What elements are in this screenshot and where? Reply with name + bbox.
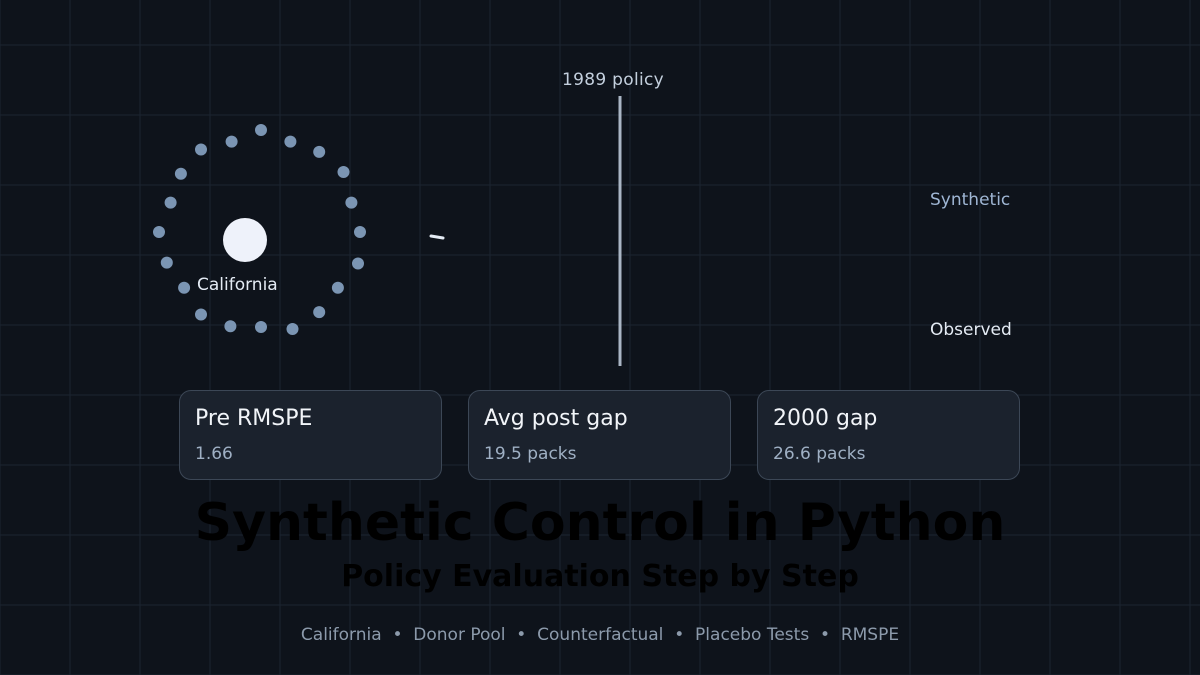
donor-unit-node (178, 281, 191, 294)
stat-card-value: 26.6 packs (773, 444, 866, 464)
donor-unit-node (164, 196, 177, 209)
donor-unit-node (195, 143, 207, 156)
stat-card-value: 19.5 packs (484, 444, 577, 464)
stat-card-2000-gap: 2000 gap 26.6 packs (757, 390, 1020, 480)
stat-card-avg-post-gap: Avg post gap 19.5 packs (468, 390, 731, 480)
donor-unit-node (174, 167, 187, 180)
donor-unit-node (195, 308, 207, 321)
stat-card-value: 1.66 (195, 444, 233, 464)
donor-unit-node (352, 257, 364, 270)
donor-unit-node (331, 281, 344, 294)
donor-unit-node (354, 226, 366, 238)
page-subtitle: Policy Evaluation Step by Step (341, 559, 859, 594)
synthetic-series-label: Synthetic (930, 190, 1011, 210)
donor-unit-node (224, 320, 237, 333)
donor-unit-node (286, 323, 299, 335)
observed-series-label: Observed (930, 320, 1012, 340)
stat-card-title: 2000 gap (773, 406, 878, 431)
donor-unit-node (160, 256, 173, 269)
treated-unit-label: California (197, 275, 278, 295)
donor-unit-node (337, 166, 350, 178)
stat-card-title: Avg post gap (484, 406, 628, 431)
donor-unit-node (284, 135, 297, 148)
donor-unit-node (255, 321, 267, 333)
donor-unit-node (153, 226, 165, 238)
donor-unit-node (313, 306, 326, 319)
stray-mark (429, 234, 445, 240)
stat-card-title: Pre RMSPE (195, 406, 313, 431)
treated-unit-node (223, 218, 267, 262)
footer-topics: California • Donor Pool • Counterfactual… (300, 625, 900, 645)
stat-card-pre-rmspe: Pre RMSPE 1.66 (179, 390, 442, 480)
page-title: Synthetic Control in Python (194, 493, 1006, 553)
donor-unit-node (345, 196, 358, 209)
donor-unit-node (225, 135, 238, 148)
diagram-canvas: 1989 policy Synthetic Observed Californi… (0, 0, 1200, 675)
policy-label: 1989 policy (562, 70, 665, 90)
donor-unit-node (313, 145, 326, 158)
donor-unit-node (255, 124, 267, 136)
